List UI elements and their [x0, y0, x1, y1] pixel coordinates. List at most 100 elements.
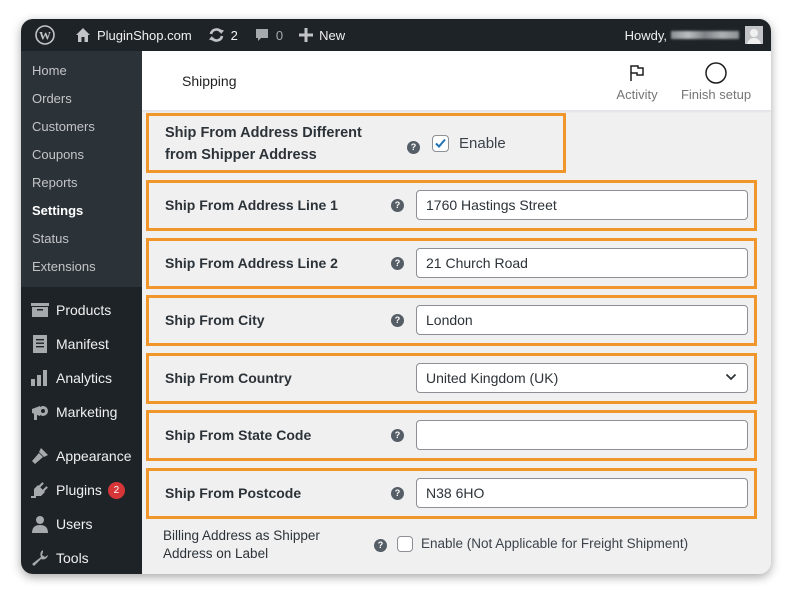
- document-icon: [30, 334, 50, 354]
- megaphone-icon: [30, 402, 50, 422]
- updates-count: 2: [230, 27, 238, 43]
- sidebar-item-label: Marketing: [56, 404, 118, 420]
- redacted-username: [671, 31, 739, 39]
- flag-icon: [630, 65, 644, 81]
- sidebar-item-analytics[interactable]: Analytics: [21, 361, 142, 395]
- home-icon: [76, 28, 90, 42]
- page-header: Shipping Activity Finish setup: [142, 51, 771, 111]
- sidebar-item-label: Products: [56, 302, 112, 318]
- sidebar-item-users[interactable]: Users: [21, 507, 142, 541]
- comments-link[interactable]: 0: [246, 19, 291, 51]
- submenu-item-reports[interactable]: Reports: [21, 169, 142, 197]
- sidebar-item-label: Users: [56, 516, 93, 532]
- activity-button[interactable]: Activity: [616, 61, 658, 102]
- submenu-item-extensions[interactable]: Extensions: [21, 253, 142, 281]
- sidebar-item-tools[interactable]: Tools: [21, 541, 142, 574]
- address-line1-row: Ship From Address Line 1 ? 1760 Hastings…: [146, 180, 757, 231]
- site-name: PluginShop.com: [97, 27, 192, 43]
- new-content-button[interactable]: New: [291, 19, 353, 51]
- main-menu: Products Manifest Analytics Marketing Ap…: [21, 287, 142, 574]
- svg-text:W: W: [39, 29, 51, 43]
- ship-from-different-checkbox[interactable]: [432, 135, 449, 152]
- address-line2-input[interactable]: 21 Church Road: [416, 248, 748, 278]
- wordpress-logo-button[interactable]: W: [21, 19, 67, 51]
- billing-as-shipper-row: Billing Address as Shipper Address on La…: [146, 525, 757, 574]
- city-label: Ship From City: [165, 312, 265, 328]
- progress-circle-icon: [705, 62, 727, 84]
- ship-from-different-enable-label: Enable: [459, 135, 506, 152]
- updates-link[interactable]: 2: [200, 19, 246, 51]
- country-selected-value: United Kingdom (UK): [426, 370, 559, 386]
- sidebar-item-marketing[interactable]: Marketing: [21, 395, 142, 429]
- state-code-row: Ship From State Code ?: [146, 410, 757, 461]
- address-line1-label: Ship From Address Line 1: [165, 197, 338, 213]
- sidebar-item-label: Appearance: [56, 448, 132, 464]
- app-window: W PluginShop.com 2 0 New Howdy, Home Ord…: [21, 19, 771, 574]
- plugins-update-badge: 2: [107, 481, 125, 499]
- submenu-item-coupons[interactable]: Coupons: [21, 141, 142, 169]
- bar-chart-icon: [30, 368, 50, 388]
- admin-sidebar: Home Orders Customers Coupons Reports Se…: [21, 51, 142, 574]
- submenu-item-customers[interactable]: Customers: [21, 113, 142, 141]
- sidebar-item-label: Plugins: [56, 482, 102, 498]
- address-line2-label: Ship From Address Line 2: [165, 255, 338, 271]
- submenu-item-home[interactable]: Home: [21, 57, 142, 85]
- avatar: [745, 26, 763, 44]
- billing-as-shipper-checkbox[interactable]: [397, 536, 413, 552]
- user-icon: [30, 514, 50, 534]
- billing-as-shipper-label: Billing Address as Shipper Address on La…: [163, 528, 320, 561]
- submenu-item-orders[interactable]: Orders: [21, 85, 142, 113]
- country-row: Ship From Country United Kingdom (UK): [146, 353, 757, 404]
- activity-label: Activity: [616, 87, 658, 102]
- state-code-input[interactable]: [416, 420, 748, 450]
- page-title: Shipping: [182, 73, 237, 89]
- account-menu[interactable]: Howdy,: [617, 19, 771, 51]
- billing-as-shipper-enable-label: Enable (Not Applicable for Freight Shipm…: [421, 536, 689, 551]
- comment-icon: [255, 29, 268, 41]
- country-select[interactable]: United Kingdom (UK): [416, 363, 748, 393]
- city-row: Ship From City ? London: [146, 295, 757, 346]
- paintbrush-icon: [30, 446, 50, 466]
- new-label: New: [319, 27, 346, 43]
- sidebar-item-label: Analytics: [56, 370, 113, 386]
- updates-icon: [208, 28, 224, 42]
- wordpress-icon: W: [35, 25, 55, 45]
- plus-icon: [299, 28, 314, 42]
- help-icon[interactable]: ?: [374, 539, 387, 552]
- address-line2-row: Ship From Address Line 2 ? 21 Church Roa…: [146, 238, 757, 289]
- finish-setup-label: Finish setup: [680, 87, 752, 102]
- admin-bar: W PluginShop.com 2 0 New Howdy,: [21, 19, 771, 51]
- plug-icon: [30, 480, 50, 500]
- sidebar-item-appearance[interactable]: Appearance: [21, 439, 142, 473]
- help-icon[interactable]: ?: [391, 487, 404, 500]
- help-icon[interactable]: ?: [391, 257, 404, 270]
- checkmark-icon: [435, 138, 446, 148]
- sidebar-item-label: Manifest: [56, 336, 109, 352]
- country-label: Ship From Country: [165, 370, 292, 386]
- postcode-row: Ship From Postcode ? N38 6HO: [146, 468, 757, 519]
- sidebar-item-manifest[interactable]: Manifest: [21, 327, 142, 361]
- help-icon[interactable]: ?: [407, 141, 420, 154]
- finish-setup-button[interactable]: Finish setup: [679, 61, 753, 102]
- address-line1-input[interactable]: 1760 Hastings Street: [416, 190, 748, 220]
- help-icon[interactable]: ?: [391, 314, 404, 327]
- wrench-icon: [30, 548, 50, 568]
- city-input[interactable]: London: [416, 305, 748, 335]
- submenu-item-settings[interactable]: Settings: [21, 197, 142, 225]
- postcode-input[interactable]: N38 6HO: [416, 478, 748, 508]
- sidebar-item-products[interactable]: Products: [21, 293, 142, 327]
- submenu-item-status[interactable]: Status: [21, 225, 142, 253]
- woocommerce-submenu: Home Orders Customers Coupons Reports Se…: [21, 51, 142, 287]
- chevron-down-icon: [725, 373, 737, 381]
- help-icon[interactable]: ?: [391, 429, 404, 442]
- state-code-label: Ship From State Code: [165, 427, 312, 443]
- sidebar-item-plugins[interactable]: Plugins 2: [21, 473, 142, 507]
- help-icon[interactable]: ?: [391, 199, 404, 212]
- postcode-label: Ship From Postcode: [165, 485, 302, 501]
- howdy-label: Howdy,: [624, 27, 667, 43]
- comments-count: 0: [275, 27, 284, 43]
- sidebar-item-label: Tools: [56, 550, 89, 566]
- ship-from-different-label: Ship From Address Different from Shipper…: [165, 125, 362, 163]
- site-name-link[interactable]: PluginShop.com: [67, 19, 200, 51]
- archive-icon: [30, 300, 50, 320]
